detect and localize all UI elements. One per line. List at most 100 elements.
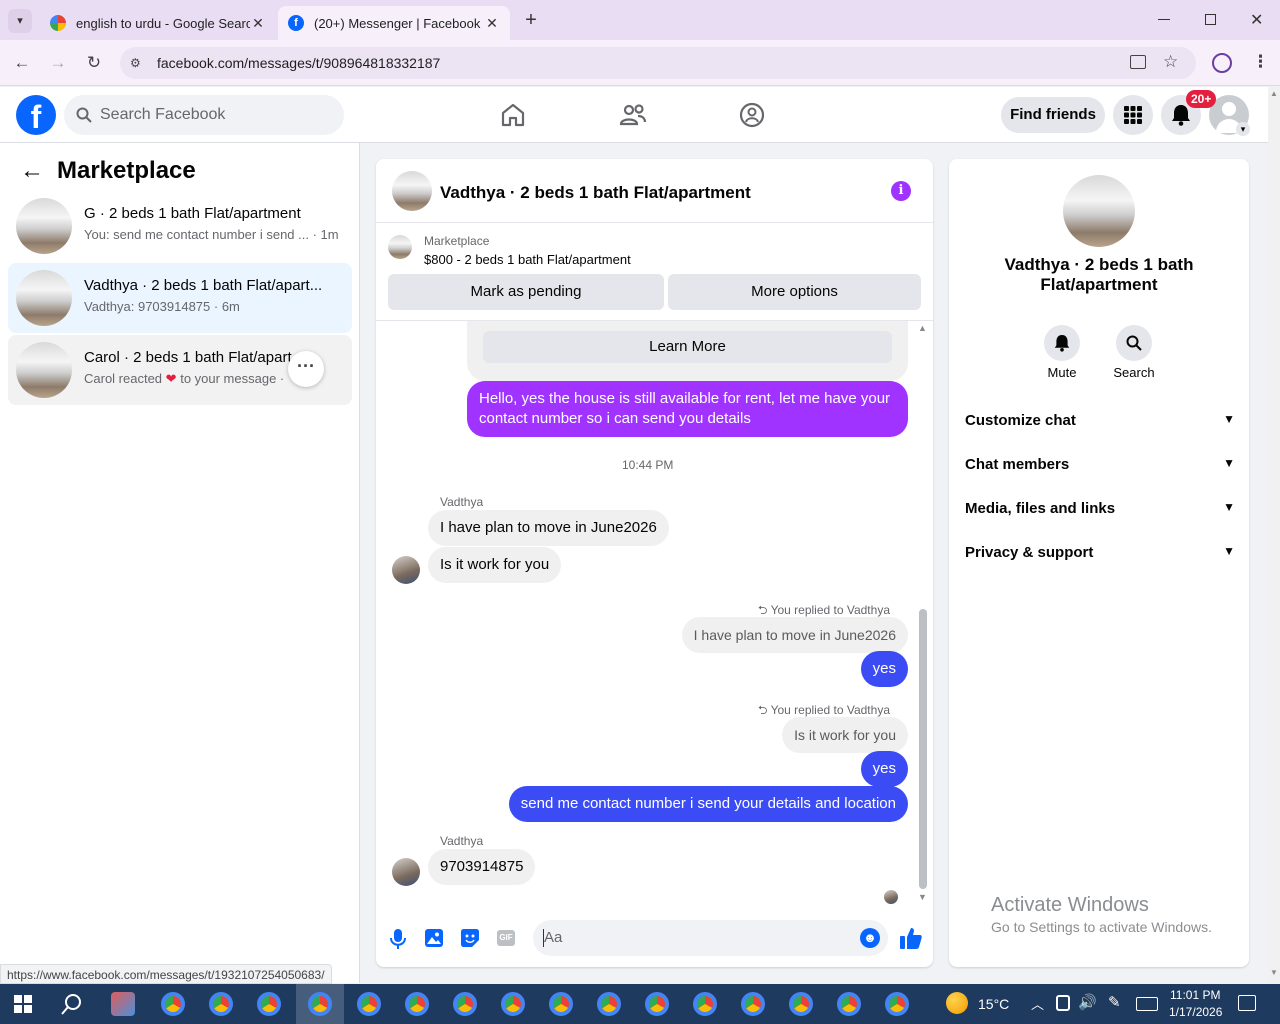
emoji-icon[interactable]: ☻	[860, 928, 880, 948]
privacy-support-section[interactable]: Privacy & support ▼	[965, 544, 1235, 568]
scroll-down-arrow[interactable]: ▼	[918, 892, 927, 902]
info-icon[interactable]: i	[891, 181, 911, 201]
gif-icon[interactable]: GIF	[497, 930, 515, 946]
chrome-icon[interactable]	[257, 992, 281, 1016]
message-input[interactable]: Aa ☻	[533, 920, 888, 956]
page-scrollbar[interactable]: ▲ ▼	[1268, 87, 1280, 984]
tab-google-search[interactable]: english to urdu - Google Search ✕	[40, 6, 276, 40]
install-app-icon[interactable]	[1130, 55, 1146, 69]
back-icon[interactable]: ←	[11, 52, 33, 74]
groups-icon[interactable]	[738, 101, 766, 129]
listing-thumbnail[interactable]	[388, 235, 412, 259]
notification-center-icon[interactable]	[1238, 995, 1256, 1011]
keyboard-icon[interactable]	[1136, 997, 1158, 1011]
listing-detail[interactable]: $800 - 2 beds 1 bath Flat/apartment	[424, 252, 631, 267]
tab-search-button[interactable]: ▾	[8, 9, 32, 33]
chrome-icon[interactable]	[209, 992, 233, 1016]
mute-button[interactable]	[1044, 325, 1080, 361]
incoming-message[interactable]: I have plan to move in June2026	[428, 510, 669, 546]
more-options-button[interactable]: More options	[668, 274, 921, 310]
chat-members-section[interactable]: Chat members ▼	[965, 456, 1235, 480]
chrome-icon[interactable]	[308, 992, 332, 1016]
home-icon[interactable]	[499, 101, 527, 129]
chat-avatar[interactable]	[392, 171, 432, 211]
friends-icon[interactable]	[619, 101, 647, 129]
find-friends-button[interactable]: Find friends	[1001, 97, 1105, 133]
outgoing-message[interactable]: send me contact number i send your detai…	[508, 786, 908, 822]
mark-as-pending-button[interactable]: Mark as pending	[388, 274, 664, 310]
restore-icon[interactable]	[1205, 14, 1216, 25]
conversation-item[interactable]: G · 2 beds 1 bath Flat/apartment You: se…	[8, 191, 352, 261]
sender-avatar[interactable]	[392, 556, 420, 584]
site-info-icon[interactable]: ⚙	[130, 55, 146, 71]
bookmark-star-icon[interactable]: ☆	[1163, 52, 1178, 72]
photo-icon[interactable]	[425, 929, 443, 947]
facebook-logo[interactable]: f	[16, 95, 56, 135]
outgoing-message[interactable]: yes	[860, 751, 908, 787]
conversation-item-selected[interactable]: Vadthya · 2 beds 1 bath Flat/apart... Va…	[8, 263, 352, 333]
chrome-icon[interactable]	[837, 992, 861, 1016]
chrome-icon[interactable]	[453, 992, 477, 1016]
chrome-icon[interactable]	[405, 992, 429, 1016]
incoming-message[interactable]: Is it work for you	[428, 547, 562, 583]
customize-chat-section[interactable]: Customize chat ▼	[965, 412, 1235, 436]
media-files-links-section[interactable]: Media, files and links ▼	[965, 500, 1235, 524]
outgoing-message[interactable]: Hello, yes the house is still available …	[467, 381, 908, 437]
outgoing-message[interactable]: yes	[860, 651, 908, 687]
new-tab-button[interactable]: +	[520, 9, 542, 31]
like-thumbs-up-icon[interactable]	[900, 927, 922, 949]
menu-grid-button[interactable]	[1113, 95, 1153, 135]
windows-start-icon[interactable]	[14, 995, 32, 1013]
tab-messenger[interactable]: f (20+) Messenger | Facebook ✕	[278, 6, 510, 40]
chrome-icon[interactable]	[789, 992, 813, 1016]
incoming-message[interactable]: 9703914875	[428, 849, 536, 885]
close-window-icon[interactable]: ✕	[1250, 10, 1263, 30]
url-text[interactable]: facebook.com/messages/t/908964818332187	[157, 55, 440, 71]
omnibox[interactable]: ⚙ facebook.com/messages/t/90896481833218…	[120, 47, 1196, 79]
close-tab-icon[interactable]: ✕	[250, 15, 266, 32]
back-arrow-icon[interactable]: ←	[20, 157, 44, 185]
show-hidden-icons-icon[interactable]: ︿	[1031, 994, 1044, 1013]
chrome-icon[interactable]	[549, 992, 573, 1016]
sender-avatar[interactable]	[392, 858, 420, 886]
reply-arrow-icon: ⮌	[757, 603, 768, 617]
app-icon[interactable]	[111, 992, 135, 1016]
chrome-icon[interactable]	[885, 992, 909, 1016]
search-icon[interactable]	[61, 993, 83, 1015]
volume-icon[interactable]: 🔊	[1078, 993, 1097, 1011]
conversation-item[interactable]: Carol · 2 beds 1 bath Flat/apart...t Car…	[8, 335, 352, 405]
weather-temp[interactable]: 15°C	[978, 996, 1009, 1012]
more-options-button[interactable]: ···	[288, 351, 324, 387]
chrome-icon[interactable]	[357, 992, 381, 1016]
chrome-icon[interactable]	[161, 992, 185, 1016]
reload-icon[interactable]: ↻	[83, 52, 105, 74]
weather-icon[interactable]	[946, 992, 968, 1014]
chrome-icon[interactable]	[597, 992, 621, 1016]
scroll-up-arrow[interactable]: ▲	[918, 323, 927, 333]
scroll-down-arrow[interactable]: ▼	[1270, 968, 1278, 977]
pen-icon[interactable]: ✎	[1108, 993, 1121, 1011]
profile-icon[interactable]	[1212, 53, 1232, 73]
close-tab-icon[interactable]: ✕	[484, 15, 500, 32]
info-avatar[interactable]	[1063, 175, 1135, 247]
chat-title[interactable]: Vadthya · 2 beds 1 bath Flat/apartment	[440, 183, 751, 203]
clock-date[interactable]: 1/17/2026	[1169, 1005, 1222, 1019]
clock-time[interactable]: 11:01 PM	[1170, 988, 1220, 1002]
chrome-icon[interactable]	[501, 992, 525, 1016]
learn-more-button[interactable]: Learn More	[483, 331, 892, 363]
network-icon[interactable]	[1056, 995, 1070, 1011]
quoted-message[interactable]: I have plan to move in June2026	[681, 617, 908, 653]
quoted-message[interactable]: Is it work for you	[782, 717, 908, 753]
search-in-chat-button[interactable]	[1116, 325, 1152, 361]
minimize-icon[interactable]	[1158, 12, 1172, 26]
forward-icon[interactable]: →	[47, 52, 69, 74]
chrome-icon[interactable]	[693, 992, 717, 1016]
sticker-icon[interactable]	[461, 929, 479, 947]
search-facebook-input[interactable]: Search Facebook	[64, 95, 344, 135]
scroll-up-arrow[interactable]: ▲	[1270, 89, 1278, 98]
chrome-icon[interactable]	[741, 992, 765, 1016]
scrollbar-thumb[interactable]	[919, 609, 927, 889]
microphone-icon[interactable]	[390, 929, 406, 949]
chrome-icon[interactable]	[645, 992, 669, 1016]
menu-kebab-icon[interactable]: ⋮	[1252, 52, 1269, 72]
